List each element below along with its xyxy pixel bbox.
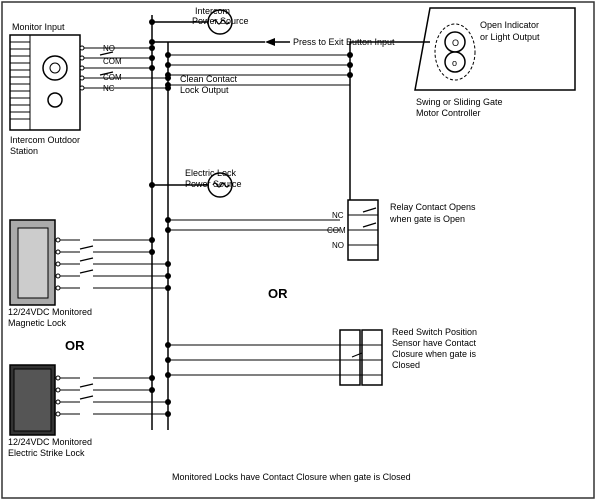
svg-text:Closed: Closed [392,360,420,370]
svg-text:Monitor Input: Monitor Input [12,22,65,32]
svg-text:NO: NO [332,241,344,250]
svg-text:Reed Switch Position: Reed Switch Position [392,327,477,337]
svg-text:Power Source: Power Source [185,179,242,189]
svg-text:Station: Station [10,146,38,156]
svg-text:OR: OR [65,338,85,353]
svg-text:NC: NC [332,211,344,220]
svg-text:Intercom: Intercom [195,6,230,16]
svg-text:Sensor have Contact: Sensor have Contact [392,338,477,348]
svg-text:o: o [452,58,457,68]
svg-text:Motor Controller: Motor Controller [416,108,481,118]
svg-text:Monitored Locks have Contact C: Monitored Locks have Contact Closure whe… [172,472,411,482]
svg-text:Closure when gate is: Closure when gate is [392,349,477,359]
svg-text:or Light Output: or Light Output [480,32,540,42]
svg-text:Relay Contact Opens: Relay Contact Opens [390,202,476,212]
svg-text:Electric Lock: Electric Lock [185,168,237,178]
svg-text:when gate is Open: when gate is Open [389,214,465,224]
svg-text:Magnetic Lock: Magnetic Lock [8,318,67,328]
svg-text:Power Source: Power Source [192,16,249,26]
svg-text:12/24VDC Monitored: 12/24VDC Monitored [8,437,92,447]
svg-text:Swing or Sliding Gate: Swing or Sliding Gate [416,97,503,107]
svg-text:Open Indicator: Open Indicator [480,20,539,30]
svg-text:O: O [452,38,459,48]
svg-text:Lock Output: Lock Output [180,85,229,95]
svg-text:OR: OR [268,286,288,301]
wiring-diagram: Monitor Input NO COM COM NC Intercom Out… [0,0,596,500]
svg-text:Electric Strike Lock: Electric Strike Lock [8,448,85,458]
svg-text:Intercom Outdoor: Intercom Outdoor [10,135,80,145]
svg-text:12/24VDC Monitored: 12/24VDC Monitored [8,307,92,317]
